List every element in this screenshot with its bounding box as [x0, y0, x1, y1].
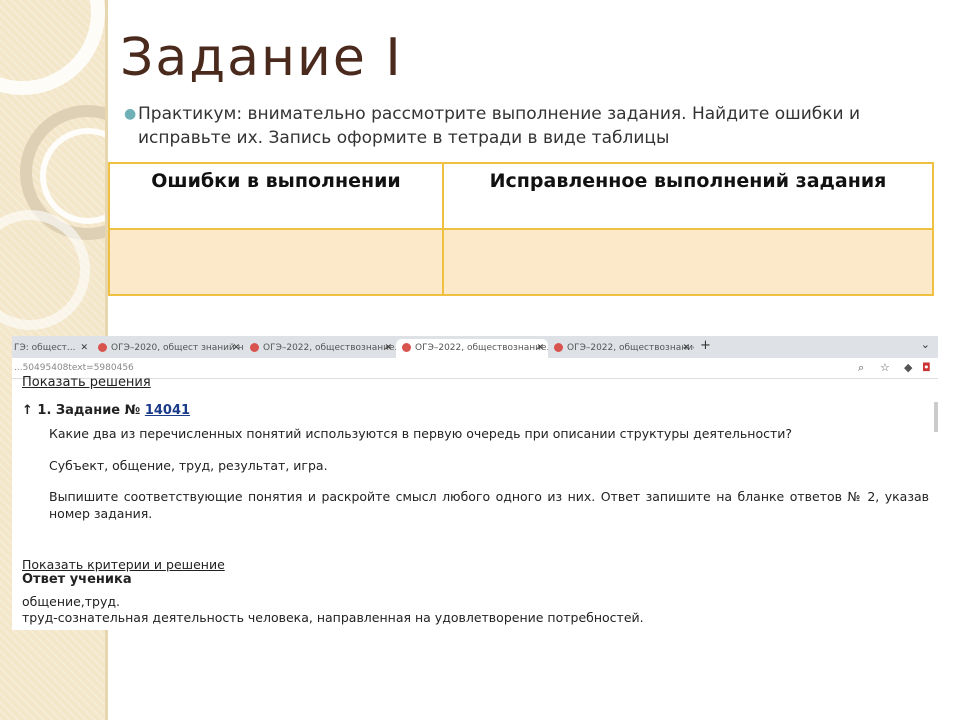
slide-title: Задание I — [120, 28, 403, 88]
table-header-errors: Ошибки в выполнении — [108, 162, 444, 230]
bullet-text: Практикум: внимательно рассмотрите выпол… — [138, 104, 861, 148]
table-cell-errors — [108, 228, 444, 296]
task-terms: Субъект, общение, труд, результат, игра. — [49, 458, 328, 473]
scrollbar-thumb[interactable] — [934, 402, 938, 432]
student-answer-line: общение,труд. — [22, 594, 121, 609]
criteria-link[interactable]: Показать критерии и решение — [22, 557, 225, 572]
show-solutions-link[interactable]: Показать решения — [22, 375, 151, 390]
task-prefix: ↑ 1. Задание № — [22, 403, 141, 418]
task-question: Какие два из перечисленных понятий испол… — [49, 426, 793, 441]
student-answer-line: труд-сознательная деятельность человека,… — [22, 610, 644, 625]
page-content: Показать решения ↑ 1. Задание № 14041 Ка… — [12, 336, 938, 630]
table-cell-corrected — [442, 228, 934, 296]
bullet-item: ● Практикум: внимательно рассмотрите вып… — [124, 102, 924, 150]
bullet-dot-icon: ● — [124, 106, 137, 122]
task-heading: ↑ 1. Задание № 14041 — [22, 403, 190, 418]
table-header-corrected: Исправленное выполнений задания — [442, 162, 934, 230]
answer-table: Ошибки в выполнении Исправленное выполне… — [108, 162, 934, 296]
table-row — [108, 228, 934, 296]
student-answer-heading: Ответ ученика — [22, 572, 132, 587]
embedded-browser-screenshot: ГЭ: общест... ✕ ОГЭ–2020, общест знаний … — [12, 336, 938, 630]
decorative-ring — [0, 0, 105, 95]
task-number-link[interactable]: 14041 — [145, 403, 190, 418]
table-header-row: Ошибки в выполнении Исправленное выполне… — [108, 162, 934, 230]
task-instruction: Выпишите соответствующие понятия и раскр… — [49, 489, 929, 521]
